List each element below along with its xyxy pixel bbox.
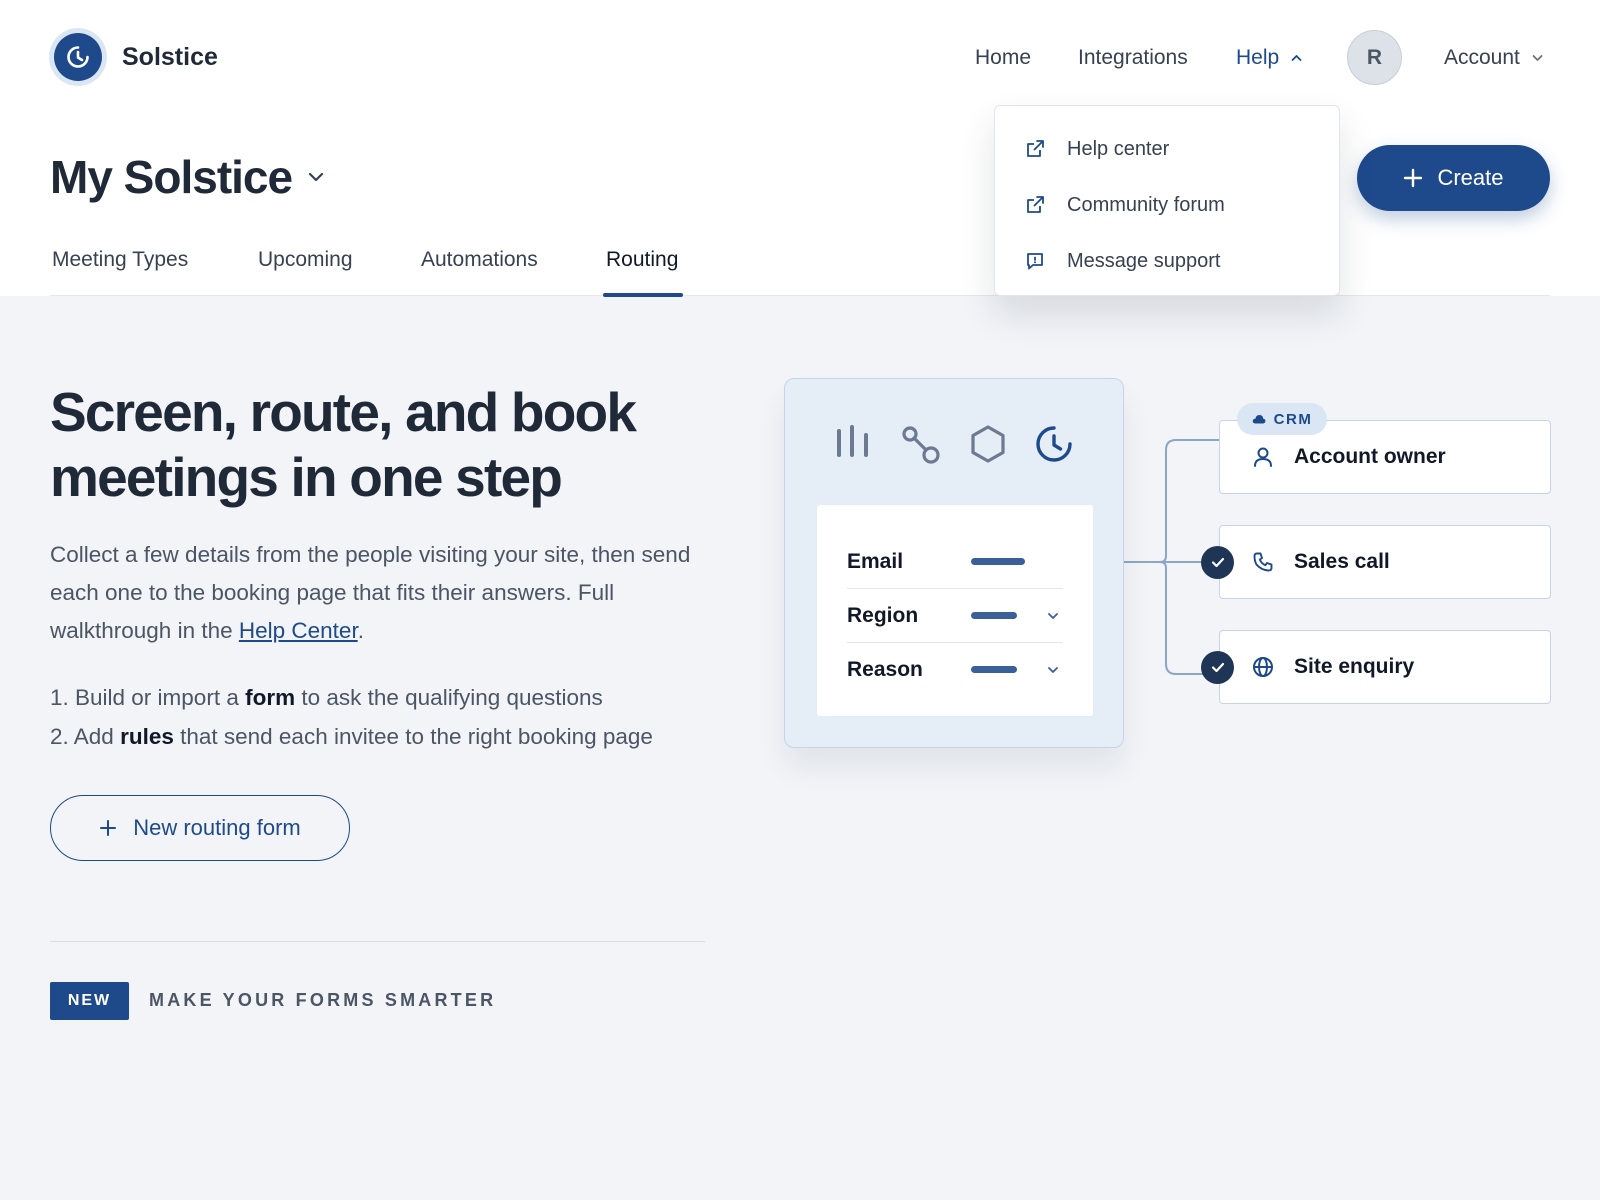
help-center-link[interactable]: Help Center xyxy=(239,618,358,643)
tab-routing[interactable]: Routing xyxy=(606,248,678,296)
tab-meeting-types[interactable]: Meeting Types xyxy=(52,248,188,296)
globe-icon xyxy=(1253,657,1273,677)
steps-list: 1. Build or import a form to ask the qua… xyxy=(50,678,750,756)
step-text: 1. Build or import a xyxy=(50,685,246,710)
brand[interactable]: Solstice xyxy=(49,28,218,86)
form-field-row: Reason xyxy=(847,643,1063,696)
check-icon xyxy=(1201,651,1234,684)
active-tab-indicator xyxy=(603,293,683,297)
field-value-bar xyxy=(971,558,1025,565)
step-item: 1. Build or import a form to ask the qua… xyxy=(50,678,750,717)
nav-home[interactable]: Home xyxy=(975,40,1031,76)
field-label: Reason xyxy=(847,657,923,681)
bars-icon xyxy=(837,425,868,457)
route-card-sales-call: Sales call xyxy=(1219,525,1551,599)
chevron-down-icon xyxy=(1048,612,1058,619)
chevron-down-icon xyxy=(1048,666,1058,673)
chevron-down-icon xyxy=(1532,55,1543,61)
step-text: that send each invitee to the right book… xyxy=(173,724,653,749)
phone-icon xyxy=(1253,552,1273,572)
menu-item-label: Community forum xyxy=(1067,193,1225,216)
solstice-logo-icon xyxy=(49,28,107,86)
avatar[interactable]: R xyxy=(1347,30,1402,85)
workspace-switcher[interactable]: My Solstice xyxy=(50,150,324,204)
hero-description: Collect a few details from the people vi… xyxy=(50,536,720,650)
new-badge: NEW xyxy=(50,982,129,1020)
page-title: My Solstice xyxy=(50,151,293,203)
description-end: . xyxy=(357,618,364,643)
route-label: Sales call xyxy=(1294,550,1390,573)
solstice-logo-icon xyxy=(1036,426,1072,462)
create-button[interactable]: Create xyxy=(1357,145,1550,211)
chat-bubble-icon xyxy=(1027,253,1043,270)
check-icon xyxy=(1201,546,1234,579)
menu-item-community-forum[interactable]: Community forum xyxy=(995,177,1339,233)
chevron-down-icon xyxy=(308,172,324,182)
route-card-site-enquiry: Site enquiry xyxy=(1219,630,1551,704)
tab-automations[interactable]: Automations xyxy=(421,248,538,296)
form-fields-card: Email Region Reason xyxy=(817,505,1093,716)
menu-item-help-center[interactable]: Help center xyxy=(995,121,1339,177)
plus-icon xyxy=(1404,168,1423,188)
form-field-row: Email xyxy=(847,535,1063,588)
create-button-label: Create xyxy=(1437,165,1504,190)
step-item: 2. Add rules that send each invitee to t… xyxy=(50,717,750,756)
description-text: Collect a few details from the people vi… xyxy=(50,542,691,643)
menu-item-message-support[interactable]: Message support xyxy=(995,233,1339,289)
step-keyword: form xyxy=(245,685,296,710)
brand-name: Solstice xyxy=(122,42,218,71)
nav-integrations[interactable]: Integrations xyxy=(1078,40,1188,76)
route-icon xyxy=(902,426,940,464)
menu-item-label: Message support xyxy=(1067,249,1221,272)
nav-account[interactable]: Account xyxy=(1444,40,1543,76)
section-divider xyxy=(50,941,705,942)
step-text: to ask the qualifying questions xyxy=(295,685,603,710)
nav-account-label: Account xyxy=(1444,46,1520,69)
menu-item-label: Help center xyxy=(1067,137,1170,160)
person-icon xyxy=(1254,447,1272,467)
routing-form-illustration: Email Region Reason xyxy=(784,378,1124,748)
help-dropdown-menu: Help center Community forum Message supp… xyxy=(994,105,1340,296)
external-link-icon xyxy=(1027,140,1044,157)
nav-help-label: Help xyxy=(1236,46,1280,69)
hexagon-icon xyxy=(971,425,1005,463)
promo-heading: MAKE YOUR FORMS SMARTER xyxy=(149,990,497,1010)
form-field-row: Region xyxy=(847,589,1063,642)
field-label: Region xyxy=(847,603,919,627)
step-text: 2. Add xyxy=(50,724,121,749)
route-label: Account owner xyxy=(1294,445,1446,468)
external-link-icon xyxy=(1027,196,1044,213)
chevron-up-icon xyxy=(1291,55,1302,61)
field-label: Email xyxy=(847,549,904,573)
new-routing-form-button[interactable]: New routing form xyxy=(50,795,350,861)
crm-tag-label: CRM xyxy=(1273,410,1313,428)
hero-headline: Screen, route, and book meetings in one … xyxy=(50,381,637,508)
field-value-bar xyxy=(971,666,1017,673)
new-routing-form-label: New routing form xyxy=(133,815,301,840)
tab-upcoming[interactable]: Upcoming xyxy=(258,248,353,296)
plus-icon xyxy=(100,820,117,836)
route-label: Site enquiry xyxy=(1294,655,1415,678)
crm-tag: CRM xyxy=(1237,403,1327,435)
field-value-bar xyxy=(971,612,1017,619)
step-keyword: rules xyxy=(120,724,174,749)
cloud-icon xyxy=(1252,415,1266,424)
nav-help[interactable]: Help xyxy=(1236,40,1302,76)
